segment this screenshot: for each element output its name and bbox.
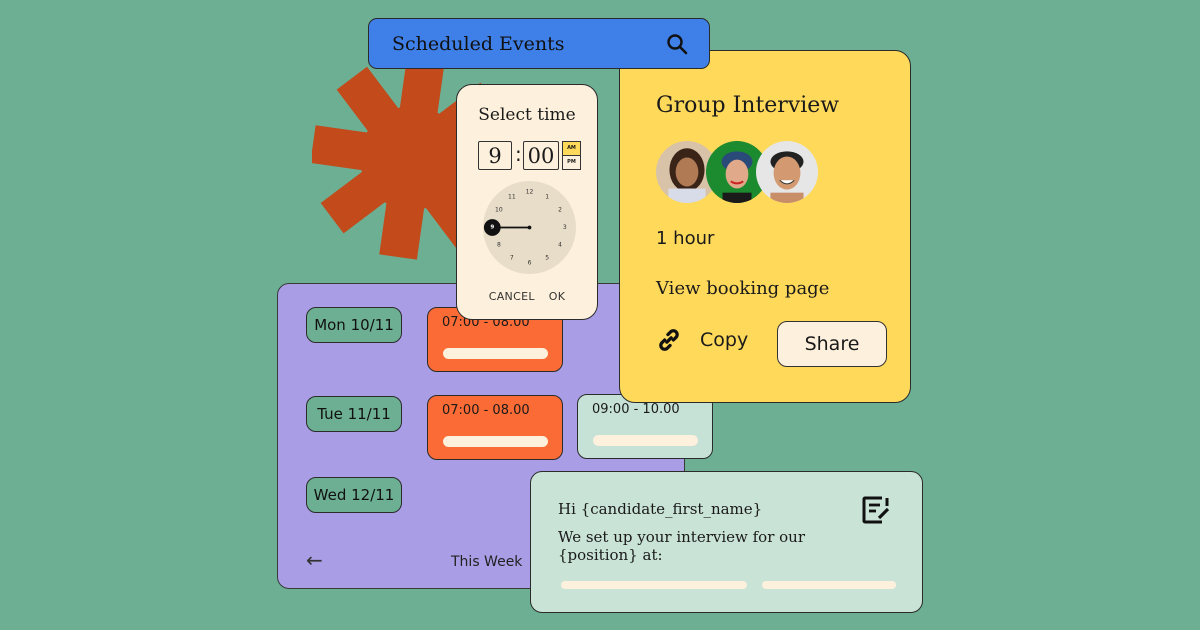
placeholder-bar bbox=[762, 581, 896, 589]
event-title: Group Interview bbox=[656, 93, 840, 118]
email-body: We set up your interview for our {positi… bbox=[558, 528, 806, 564]
scheduled-events-search-bar[interactable]: Scheduled Events bbox=[368, 18, 710, 69]
time-picker-title: Select time bbox=[478, 105, 576, 125]
ok-button[interactable]: OK bbox=[549, 290, 565, 303]
clock-number[interactable]: 7 bbox=[510, 255, 514, 262]
search-icon[interactable] bbox=[665, 32, 689, 56]
clock-number[interactable]: 8 bbox=[497, 242, 501, 249]
slot-placeholder-bar bbox=[443, 436, 548, 447]
clock-number[interactable]: 12 bbox=[526, 189, 534, 196]
avatar bbox=[756, 141, 818, 203]
cancel-button[interactable]: CANCEL bbox=[489, 290, 535, 303]
placeholder-bar bbox=[561, 581, 747, 589]
time-slot[interactable]: 07:00 - 08.00 bbox=[427, 395, 563, 460]
time-separator: : bbox=[515, 142, 522, 166]
event-duration: 1 hour bbox=[656, 228, 715, 249]
hour-input[interactable]: 9 bbox=[478, 141, 512, 170]
copy-label: Copy bbox=[700, 329, 749, 351]
group-interview-card: Group Interview 1 hour View booking page… bbox=[619, 50, 911, 403]
clock-number[interactable]: 6 bbox=[528, 259, 532, 266]
clock-dial[interactable]: 121234567891011 9 bbox=[483, 181, 576, 274]
clock-selected-hour: 9 bbox=[490, 225, 494, 231]
attendee-avatars bbox=[656, 141, 818, 203]
search-bar-title: Scheduled Events bbox=[392, 32, 565, 55]
clock-number[interactable]: 11 bbox=[508, 193, 516, 200]
edit-note-icon[interactable] bbox=[860, 494, 892, 526]
time-slot[interactable]: 09:00 - 10.00 bbox=[577, 394, 713, 459]
link-icon bbox=[659, 329, 679, 351]
copy-link-button[interactable]: Copy bbox=[656, 327, 748, 353]
day-label-tue[interactable]: Tue 11/11 bbox=[306, 396, 402, 432]
day-label-wed[interactable]: Wed 12/11 bbox=[306, 477, 402, 513]
time-slot-label: 09:00 - 10.00 bbox=[592, 402, 680, 417]
clock-number[interactable]: 1 bbox=[545, 193, 549, 200]
clock-number[interactable]: 3 bbox=[563, 224, 567, 231]
slot-placeholder-bar bbox=[593, 435, 698, 446]
clock-number[interactable]: 10 bbox=[495, 206, 503, 213]
clock-number[interactable]: 4 bbox=[558, 242, 562, 249]
pm-option[interactable]: PM bbox=[563, 155, 580, 169]
day-label-mon[interactable]: Mon 10/11 bbox=[306, 307, 402, 343]
am-option[interactable]: AM bbox=[563, 142, 580, 156]
time-picker-dialog: Select time 9 : 00 AM PM 121234567891011… bbox=[456, 84, 598, 320]
slot-placeholder-bar bbox=[443, 348, 548, 359]
week-label: This Week bbox=[451, 554, 523, 570]
email-greeting: Hi {candidate_first_name} bbox=[558, 500, 763, 518]
arrow-left-icon[interactable]: ← bbox=[306, 548, 323, 572]
minute-input[interactable]: 00 bbox=[523, 141, 559, 170]
clock-number[interactable]: 2 bbox=[558, 206, 562, 213]
email-template-card: Hi {candidate_first_name} We set up your… bbox=[530, 471, 923, 613]
share-button[interactable]: Share bbox=[777, 321, 887, 367]
am-pm-toggle: AM PM bbox=[562, 141, 581, 170]
time-slot-label: 07:00 - 08.00 bbox=[442, 403, 530, 418]
view-booking-page-link[interactable]: View booking page bbox=[656, 278, 829, 299]
clock-number[interactable]: 5 bbox=[545, 255, 549, 262]
